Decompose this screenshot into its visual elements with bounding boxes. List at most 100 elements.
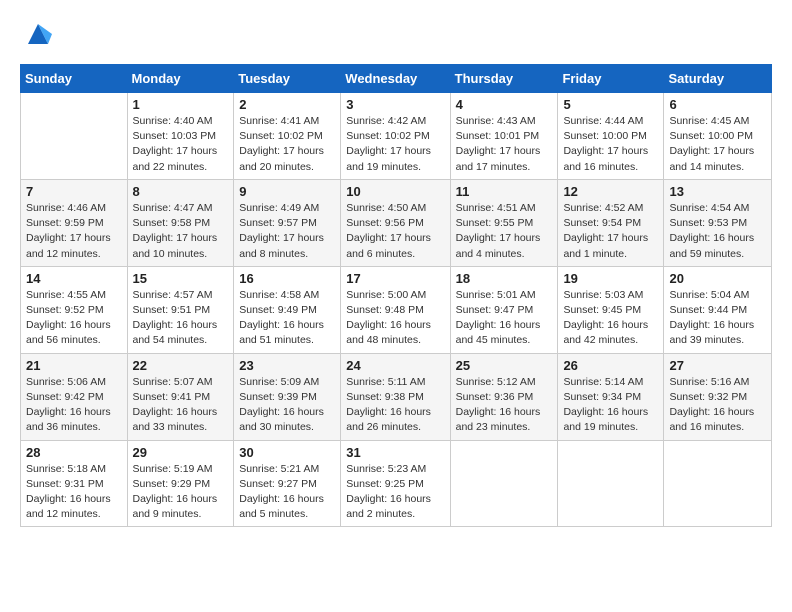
day-info: Sunrise: 4:46 AM Sunset: 9:59 PM Dayligh… xyxy=(26,201,122,262)
day-number: 4 xyxy=(456,97,553,112)
header-saturday: Saturday xyxy=(664,65,772,93)
day-cell: 4 Sunrise: 4:43 AM Sunset: 10:01 PM Dayli… xyxy=(450,93,558,180)
day-cell: 6 Sunrise: 4:45 AM Sunset: 10:00 PM Dayli… xyxy=(664,93,772,180)
calendar-table: SundayMondayTuesdayWednesdayThursdayFrid… xyxy=(20,64,772,527)
day-cell: 7 Sunrise: 4:46 AM Sunset: 9:59 PM Daylig… xyxy=(21,179,128,266)
day-info: Sunrise: 5:07 AM Sunset: 9:41 PM Dayligh… xyxy=(133,375,229,436)
day-number: 22 xyxy=(133,358,229,373)
day-cell: 8 Sunrise: 4:47 AM Sunset: 9:58 PM Daylig… xyxy=(127,179,234,266)
day-number: 10 xyxy=(346,184,444,199)
day-info: Sunrise: 4:55 AM Sunset: 9:52 PM Dayligh… xyxy=(26,288,122,349)
day-cell: 12Sunrise: 4:52 AM Sunset: 9:54 PM Dayli… xyxy=(558,179,664,266)
day-cell: 28 Sunrise: 5:18 AM Sunset: 9:31 PM Dayli… xyxy=(21,440,128,527)
day-number: 2 xyxy=(239,97,335,112)
week-row-2: 7 Sunrise: 4:46 AM Sunset: 9:59 PM Daylig… xyxy=(21,179,772,266)
day-info: Sunrise: 5:01 AM Sunset: 9:47 PM Dayligh… xyxy=(456,288,553,349)
day-cell: 11 Sunrise: 4:51 AM Sunset: 9:55 PM Dayli… xyxy=(450,179,558,266)
day-number: 17 xyxy=(346,271,444,286)
day-cell: 5Sunrise: 4:44 AM Sunset: 10:00 PM Dayli… xyxy=(558,93,664,180)
day-number: 15 xyxy=(133,271,229,286)
day-number: 6 xyxy=(669,97,766,112)
day-number: 9 xyxy=(239,184,335,199)
day-cell xyxy=(558,440,664,527)
day-number: 24 xyxy=(346,358,444,373)
day-info: Sunrise: 5:03 AM Sunset: 9:45 PM Dayligh… xyxy=(563,288,658,349)
day-number: 13 xyxy=(669,184,766,199)
day-info: Sunrise: 5:19 AM Sunset: 9:29 PM Dayligh… xyxy=(133,462,229,523)
day-number: 28 xyxy=(26,445,122,460)
day-cell: 16 Sunrise: 4:58 AM Sunset: 9:49 PM Dayli… xyxy=(234,266,341,353)
header-thursday: Thursday xyxy=(450,65,558,93)
day-cell: 9 Sunrise: 4:49 AM Sunset: 9:57 PM Daylig… xyxy=(234,179,341,266)
day-cell: 23 Sunrise: 5:09 AM Sunset: 9:39 PM Dayli… xyxy=(234,353,341,440)
day-info: Sunrise: 5:16 AM Sunset: 9:32 PM Dayligh… xyxy=(669,375,766,436)
day-info: Sunrise: 4:54 AM Sunset: 9:53 PM Dayligh… xyxy=(669,201,766,262)
day-cell: 30Sunrise: 5:21 AM Sunset: 9:27 PM Dayli… xyxy=(234,440,341,527)
week-row-3: 14 Sunrise: 4:55 AM Sunset: 9:52 PM Dayli… xyxy=(21,266,772,353)
day-number: 19 xyxy=(563,271,658,286)
day-cell: 27 Sunrise: 5:16 AM Sunset: 9:32 PM Dayli… xyxy=(664,353,772,440)
header-monday: Monday xyxy=(127,65,234,93)
header-friday: Friday xyxy=(558,65,664,93)
header-row: SundayMondayTuesdayWednesdayThursdayFrid… xyxy=(21,65,772,93)
day-number: 31 xyxy=(346,445,444,460)
day-info: Sunrise: 4:49 AM Sunset: 9:57 PM Dayligh… xyxy=(239,201,335,262)
logo-icon xyxy=(24,20,52,48)
day-cell: 18 Sunrise: 5:01 AM Sunset: 9:47 PM Dayli… xyxy=(450,266,558,353)
week-row-5: 28 Sunrise: 5:18 AM Sunset: 9:31 PM Dayli… xyxy=(21,440,772,527)
day-cell: 20Sunrise: 5:04 AM Sunset: 9:44 PM Dayli… xyxy=(664,266,772,353)
day-cell xyxy=(450,440,558,527)
day-number: 23 xyxy=(239,358,335,373)
day-info: Sunrise: 4:47 AM Sunset: 9:58 PM Dayligh… xyxy=(133,201,229,262)
day-number: 8 xyxy=(133,184,229,199)
day-info: Sunrise: 4:44 AM Sunset: 10:00 PM Daylig… xyxy=(563,114,658,175)
day-number: 14 xyxy=(26,271,122,286)
day-cell xyxy=(21,93,128,180)
day-info: Sunrise: 4:40 AM Sunset: 10:03 PM Daylig… xyxy=(133,114,229,175)
calendar-body: 1 Sunrise: 4:40 AM Sunset: 10:03 PM Dayli… xyxy=(21,93,772,527)
day-info: Sunrise: 5:12 AM Sunset: 9:36 PM Dayligh… xyxy=(456,375,553,436)
day-number: 30 xyxy=(239,445,335,460)
day-cell: 24Sunrise: 5:11 AM Sunset: 9:38 PM Dayli… xyxy=(341,353,450,440)
day-info: Sunrise: 4:42 AM Sunset: 10:02 PM Daylig… xyxy=(346,114,444,175)
day-info: Sunrise: 4:50 AM Sunset: 9:56 PM Dayligh… xyxy=(346,201,444,262)
day-cell: 19 Sunrise: 5:03 AM Sunset: 9:45 PM Dayli… xyxy=(558,266,664,353)
header-tuesday: Tuesday xyxy=(234,65,341,93)
day-number: 11 xyxy=(456,184,553,199)
day-number: 16 xyxy=(239,271,335,286)
day-number: 21 xyxy=(26,358,122,373)
week-row-1: 1 Sunrise: 4:40 AM Sunset: 10:03 PM Dayli… xyxy=(21,93,772,180)
day-info: Sunrise: 5:09 AM Sunset: 9:39 PM Dayligh… xyxy=(239,375,335,436)
header-wednesday: Wednesday xyxy=(341,65,450,93)
day-info: Sunrise: 4:58 AM Sunset: 9:49 PM Dayligh… xyxy=(239,288,335,349)
day-cell: 3Sunrise: 4:42 AM Sunset: 10:02 PM Dayli… xyxy=(341,93,450,180)
day-info: Sunrise: 4:57 AM Sunset: 9:51 PM Dayligh… xyxy=(133,288,229,349)
day-cell: 21 Sunrise: 5:06 AM Sunset: 9:42 PM Dayli… xyxy=(21,353,128,440)
header-sunday: Sunday xyxy=(21,65,128,93)
week-row-4: 21 Sunrise: 5:06 AM Sunset: 9:42 PM Dayli… xyxy=(21,353,772,440)
day-number: 1 xyxy=(133,97,229,112)
day-number: 29 xyxy=(133,445,229,460)
day-info: Sunrise: 5:14 AM Sunset: 9:34 PM Dayligh… xyxy=(563,375,658,436)
day-info: Sunrise: 5:23 AM Sunset: 9:25 PM Dayligh… xyxy=(346,462,444,523)
day-number: 7 xyxy=(26,184,122,199)
day-info: Sunrise: 4:45 AM Sunset: 10:00 PM Daylig… xyxy=(669,114,766,175)
day-info: Sunrise: 4:43 AM Sunset: 10:01 PM Daylig… xyxy=(456,114,553,175)
day-info: Sunrise: 5:18 AM Sunset: 9:31 PM Dayligh… xyxy=(26,462,122,523)
day-cell: 15 Sunrise: 4:57 AM Sunset: 9:51 PM Dayli… xyxy=(127,266,234,353)
day-cell: 26 Sunrise: 5:14 AM Sunset: 9:34 PM Dayli… xyxy=(558,353,664,440)
day-number: 18 xyxy=(456,271,553,286)
calendar-header: SundayMondayTuesdayWednesdayThursdayFrid… xyxy=(21,65,772,93)
day-number: 26 xyxy=(563,358,658,373)
day-info: Sunrise: 4:51 AM Sunset: 9:55 PM Dayligh… xyxy=(456,201,553,262)
day-info: Sunrise: 4:41 AM Sunset: 10:02 PM Daylig… xyxy=(239,114,335,175)
day-number: 27 xyxy=(669,358,766,373)
day-cell xyxy=(664,440,772,527)
day-cell: 1 Sunrise: 4:40 AM Sunset: 10:03 PM Dayli… xyxy=(127,93,234,180)
day-cell: 25Sunrise: 5:12 AM Sunset: 9:36 PM Dayli… xyxy=(450,353,558,440)
day-cell: 14 Sunrise: 4:55 AM Sunset: 9:52 PM Dayli… xyxy=(21,266,128,353)
logo xyxy=(20,20,52,48)
day-cell: 17Sunrise: 5:00 AM Sunset: 9:48 PM Dayli… xyxy=(341,266,450,353)
day-info: Sunrise: 5:06 AM Sunset: 9:42 PM Dayligh… xyxy=(26,375,122,436)
day-cell: 31 Sunrise: 5:23 AM Sunset: 9:25 PM Dayli… xyxy=(341,440,450,527)
